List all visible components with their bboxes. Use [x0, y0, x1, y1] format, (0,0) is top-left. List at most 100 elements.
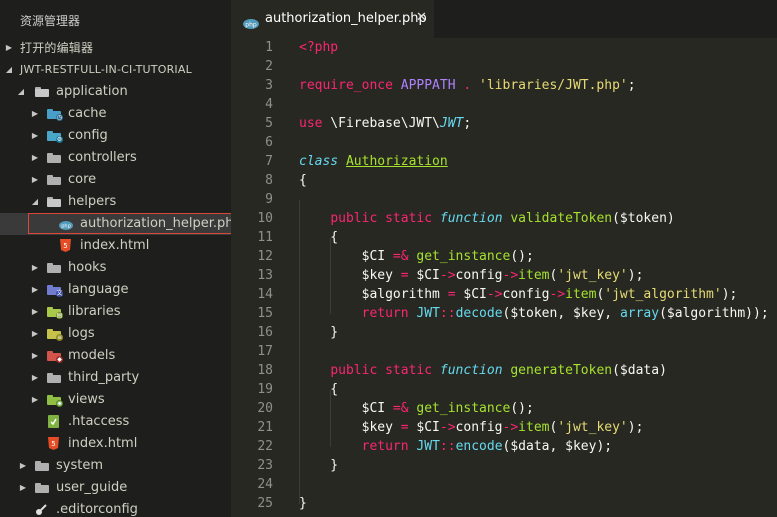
- code-token: config: [502, 287, 550, 302]
- folder-icon: [35, 483, 49, 493]
- tree-folder-core[interactable]: ▶ core: [0, 169, 231, 191]
- code-token: ($data): [612, 363, 667, 378]
- svg-text:php: php: [245, 21, 257, 28]
- chevron-right-icon: ▶: [31, 109, 39, 118]
- code-token: ::: [439, 439, 456, 454]
- tree-folder-helpers[interactable]: ◢ helpers: [0, 191, 231, 213]
- code-token: ($token, $key,: [502, 306, 620, 321]
- code-token: $CI: [408, 420, 440, 435]
- code-token: );: [627, 268, 644, 283]
- tree-label: config: [68, 128, 108, 143]
- vscode-window: 资源管理器 ▶ 打开的编辑器 ◢ JWT-RESTFULL-IN-CI-TUTO…: [0, 0, 777, 517]
- tree-label: core: [68, 172, 97, 187]
- tree-file-htaccess[interactable]: .htaccess: [0, 411, 231, 433]
- code-token: =: [447, 287, 456, 302]
- code-token: 'jwt_key': [557, 420, 628, 435]
- code-token: decode: [455, 306, 503, 321]
- code-token: );: [627, 420, 644, 435]
- tree-folder-application[interactable]: ◢ application: [0, 81, 231, 103]
- chevron-right-icon: ▶: [31, 285, 39, 294]
- code-token: function: [439, 211, 503, 226]
- tree-folder-third-party[interactable]: ▶ third_party: [0, 367, 231, 389]
- line-number: 12: [257, 249, 273, 264]
- code-token: {: [299, 230, 339, 245]
- code-line: $algorithm = $CI->config->item('jwt_algo…: [299, 287, 738, 302]
- code-token: =: [400, 268, 409, 283]
- tree-folder-logs[interactable]: ▶ ≡ logs: [0, 323, 231, 345]
- code-token: generateToken: [510, 363, 613, 378]
- code-line: }: [299, 325, 338, 340]
- tree-folder-hooks[interactable]: ▶ hooks: [0, 257, 231, 279]
- section-open-editors[interactable]: ▶ 打开的编辑器: [0, 37, 231, 59]
- line-number: 1: [265, 40, 273, 55]
- code-editor[interactable]: 1 <?php 2 3 require_once APPPATH . 'librarie…: [231, 38, 777, 517]
- code-token: ->: [549, 287, 566, 302]
- chevron-right-icon: ▶: [5, 43, 13, 52]
- tree-file-editorconfig[interactable]: .editorconfig: [0, 499, 231, 517]
- code-line: public static function generateToken($da…: [299, 363, 667, 378]
- line-number: 20: [257, 401, 273, 416]
- line-number: 16: [257, 325, 273, 340]
- tree-folder-views[interactable]: ▶ ◉ views: [0, 389, 231, 411]
- line-number: 22: [257, 439, 273, 454]
- line-number: 19: [257, 382, 273, 397]
- tree-label: .htaccess: [68, 414, 130, 429]
- code-line: }: [299, 458, 338, 473]
- code-token: ($data, $key);: [502, 439, 613, 454]
- tree-label: helpers: [68, 194, 117, 209]
- code-token: 'jwt_key': [557, 268, 628, 283]
- code-token: ->: [439, 268, 456, 283]
- code-token: =&: [392, 249, 409, 264]
- code-line: $CI =& get_instance();: [299, 401, 534, 416]
- close-icon[interactable]: ✕: [416, 10, 427, 25]
- chevron-right-icon: ▶: [31, 373, 39, 382]
- code-token: $key: [299, 268, 401, 283]
- folder-open-icon: [35, 87, 49, 97]
- code-token: ();: [510, 249, 534, 264]
- tree-folder-user-guide[interactable]: ▶ user_guide: [0, 477, 231, 499]
- chevron-right-icon: ▶: [19, 483, 27, 492]
- tree-folder-system[interactable]: ▶ system: [0, 455, 231, 477]
- chevron-right-icon: ▶: [31, 351, 39, 360]
- chevron-down-icon: ◢: [17, 87, 25, 96]
- tree-label: cache: [68, 106, 107, 121]
- code-line: $CI =& get_instance();: [299, 249, 534, 264]
- code-token: ->: [502, 268, 519, 283]
- tree-folder-cache[interactable]: ▶ ◷ cache: [0, 103, 231, 125]
- section-project[interactable]: ◢ JWT-RESTFULL-IN-CI-TUTORIAL: [0, 59, 231, 81]
- code-token: {: [299, 173, 307, 188]
- tree-label: index.html: [68, 436, 138, 451]
- chevron-down-icon: ◢: [31, 197, 39, 206]
- code-token: ::: [439, 306, 456, 321]
- code-line: {: [299, 230, 338, 245]
- tab-authorization-helper[interactable]: php authorization_helper.php ✕: [231, 0, 434, 38]
- line-number: 7: [265, 154, 273, 169]
- tree-folder-language[interactable]: ▶ 文 language: [0, 279, 231, 301]
- chevron-down-icon: ◢: [5, 65, 13, 74]
- explorer-sidebar: 资源管理器 ▶ 打开的编辑器 ◢ JWT-RESTFULL-IN-CI-TUTO…: [0, 0, 231, 517]
- code-token: );: [721, 287, 738, 302]
- code-line: return JWT::encode($data, $key);: [299, 439, 612, 454]
- tree-file-index-html-helpers[interactable]: 5 index.html: [0, 235, 231, 257]
- folder-config-icon: ⚙: [47, 131, 63, 143]
- line-number: 14: [257, 287, 273, 302]
- code-token: ;: [463, 116, 472, 131]
- html-file-icon: 5: [60, 239, 71, 252]
- folder-icon: [35, 461, 49, 471]
- chevron-right-icon: ▶: [31, 131, 39, 140]
- htaccess-icon: [48, 415, 59, 428]
- tree-folder-controllers[interactable]: ▶ controllers: [0, 147, 231, 169]
- code-token: =: [400, 420, 409, 435]
- svg-text:5: 5: [51, 440, 55, 448]
- chevron-right-icon: ▶: [31, 329, 39, 338]
- line-number: 4: [265, 97, 273, 112]
- code-token: static: [385, 211, 433, 226]
- code-line: require_once APPPATH . 'libraries/JWT.ph…: [299, 78, 636, 93]
- tree-folder-libraries[interactable]: ▶ ▤ libraries: [0, 301, 231, 323]
- tree-folder-models[interactable]: ▶ ◆ models: [0, 345, 231, 367]
- tree-folder-config[interactable]: ▶ ⚙ config: [0, 125, 231, 147]
- tree-file-index-html-app[interactable]: 5 index.html: [0, 433, 231, 455]
